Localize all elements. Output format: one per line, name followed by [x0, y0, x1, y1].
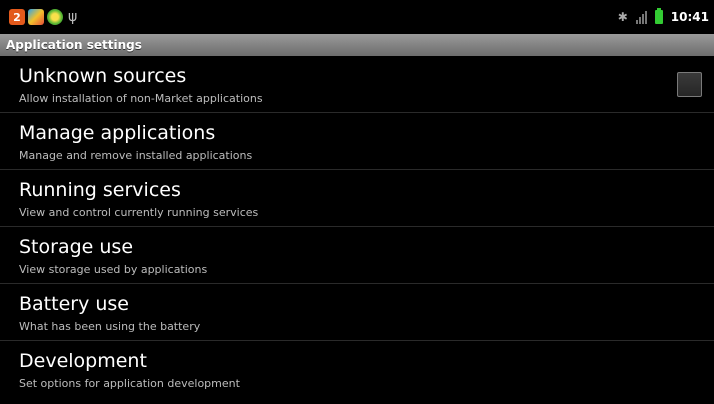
setting-title: Running services [19, 179, 181, 201]
setting-title: Storage use [19, 236, 134, 258]
setting-unknown-sources[interactable]: Unknown sources Allow installation of no… [0, 56, 714, 113]
signal-icon [635, 10, 647, 24]
setting-running-services[interactable]: Running services View and control curren… [0, 170, 714, 227]
setting-summary: Allow installation of non-Market applica… [19, 92, 263, 105]
settings-list: Unknown sources Allow installation of no… [0, 56, 714, 398]
bluetooth-icon: ✱ [617, 10, 628, 24]
usb-icon: ψ [68, 9, 78, 25]
unknown-sources-checkbox[interactable] [677, 72, 702, 97]
setting-summary: Manage and remove installed applications [19, 149, 253, 162]
setting-development[interactable]: Development Set options for application … [0, 341, 714, 398]
page-title: Application settings [0, 34, 714, 56]
colorful-app-icon [28, 9, 44, 25]
setting-storage-use[interactable]: Storage use View storage used by applica… [0, 227, 714, 284]
setting-summary: View and control currently running servi… [19, 206, 259, 219]
setting-manage-applications[interactable]: Manage applications Manage and remove in… [0, 113, 714, 170]
green-yellow-app-icon [47, 9, 63, 25]
setting-title: Manage applications [19, 122, 216, 144]
setting-summary: What has been using the battery [19, 320, 201, 333]
setting-summary: Set options for application development [19, 377, 240, 390]
setting-title: Development [19, 350, 147, 372]
app-badge-2-icon: 2 [9, 9, 25, 25]
status-bar[interactable]: 2 ψ ✱ 10:41 [0, 0, 714, 34]
setting-summary: View storage used by applications [19, 263, 208, 276]
battery-icon [654, 8, 663, 24]
setting-battery-use[interactable]: Battery use What has been using the batt… [0, 284, 714, 341]
clock: 10:41 [670, 10, 709, 24]
system-status-area: ✱ 10:41 [617, 8, 714, 24]
setting-title: Battery use [19, 293, 129, 315]
setting-title: Unknown sources [19, 65, 187, 87]
notification-area[interactable]: 2 ψ [0, 9, 77, 25]
